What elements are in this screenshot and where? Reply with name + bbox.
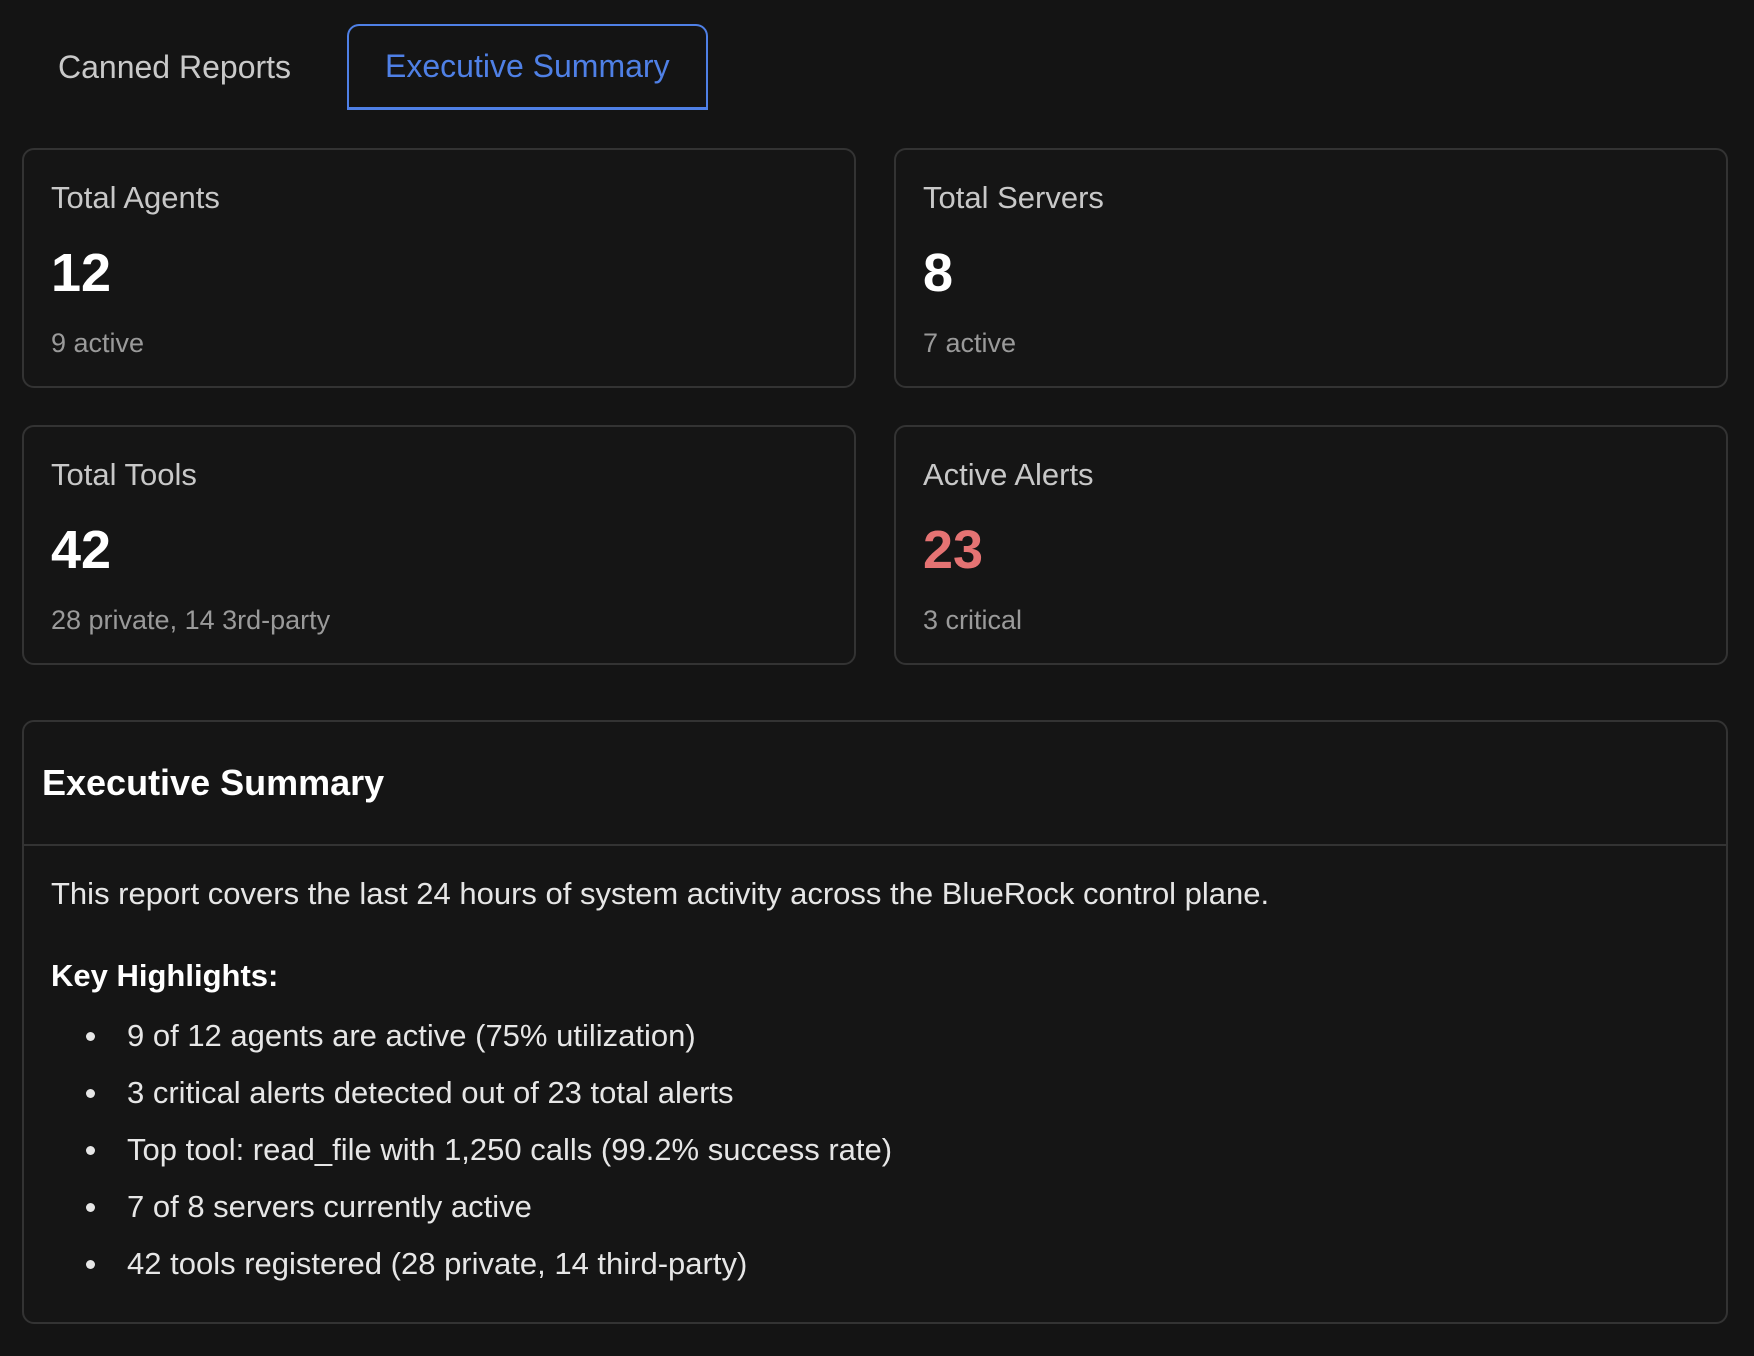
report-tabs: Canned Reports Executive Summary [22,24,708,110]
list-item: 9 of 12 agents are active (75% utilizati… [51,1016,1726,1056]
card-subtext: 28 private, 14 3rd-party [51,605,331,635]
list-item: Top tool: read_file with 1,250 calls (99… [51,1130,1726,1170]
tab-canned-reports[interactable]: Canned Reports [22,24,327,110]
bullet-icon [86,1146,95,1155]
list-item: 42 tools registered (28 private, 14 thir… [51,1244,1726,1284]
card-value: 42 [51,520,112,580]
list-item: 7 of 8 servers currently active [51,1187,1726,1227]
highlights-heading: Key Highlights: [51,958,279,993]
highlights-list: 9 of 12 agents are active (75% utilizati… [51,1016,1726,1284]
reports-page: Canned Reports Executive Summary Total A… [0,0,1754,1356]
total-servers-card: Total Servers 8 7 active [894,148,1728,388]
highlight-text: 9 of 12 agents are active (75% utilizati… [127,1018,696,1053]
card-subtext: 9 active [51,328,145,358]
active-alerts-card: Active Alerts 23 3 critical [894,425,1728,665]
highlight-text: Top tool: read_file with 1,250 calls (99… [127,1132,893,1167]
bullet-icon [86,1260,95,1269]
highlight-text: 7 of 8 servers currently active [127,1189,532,1224]
card-value: 8 [923,243,954,303]
total-agents-card: Total Agents 12 9 active [22,148,856,388]
card-value: 23 [923,520,984,580]
card-label: Active Alerts [923,457,1094,492]
executive-summary-panel: Executive Summary This report covers the… [22,720,1728,1324]
list-item: 3 critical alerts detected out of 23 tot… [51,1073,1726,1113]
card-subtext: 3 critical [923,605,1023,635]
summary-intro: This report covers the last 24 hours of … [51,876,1270,911]
highlight-text: 3 critical alerts detected out of 23 tot… [127,1075,734,1110]
summary-body: This report covers the last 24 hours of … [24,846,1726,1284]
card-label: Total Servers [923,180,1104,215]
bullet-icon [86,1089,95,1098]
bullet-icon [86,1203,95,1212]
total-tools-card: Total Tools 42 28 private, 14 3rd-party [22,425,856,665]
card-label: Total Agents [51,180,220,215]
bullet-icon [86,1032,95,1041]
tab-executive-summary[interactable]: Executive Summary [347,24,708,110]
summary-title: Executive Summary [24,722,1726,846]
card-value: 12 [51,243,112,303]
card-label: Total Tools [51,457,197,492]
card-subtext: 7 active [923,328,1017,358]
highlight-text: 42 tools registered (28 private, 14 thir… [127,1246,748,1281]
